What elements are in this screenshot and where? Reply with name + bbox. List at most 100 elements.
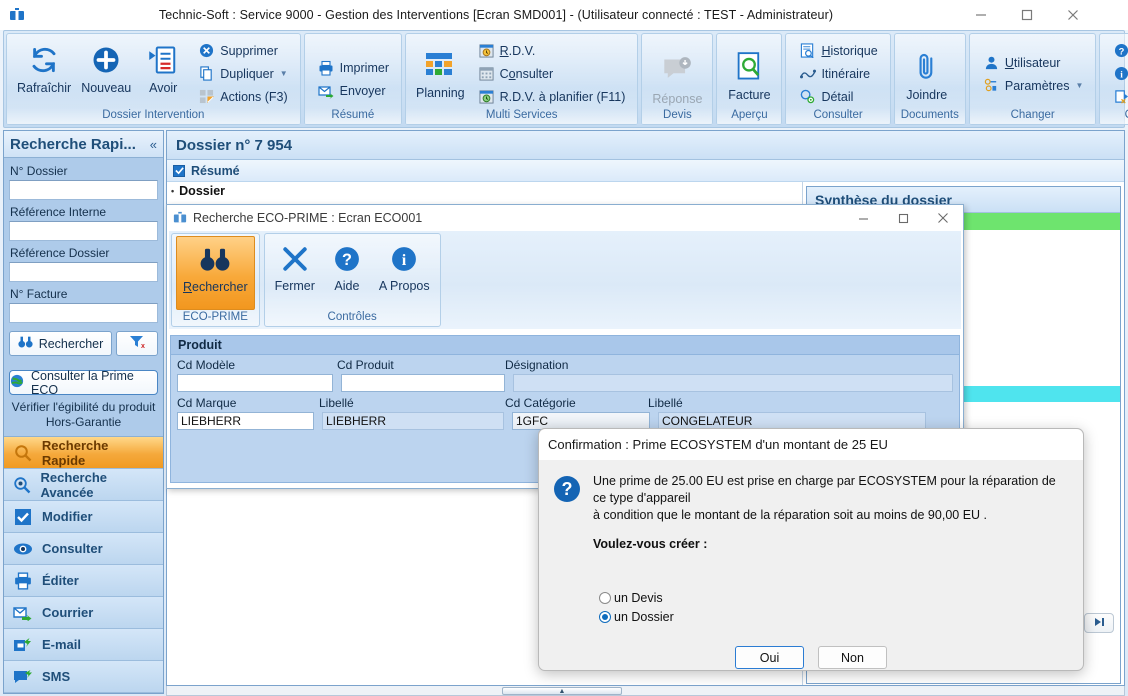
sidebar-item-recherche-avancee[interactable]: Recherche Avancée [4, 469, 163, 501]
search-input-n-facture[interactable] [9, 303, 158, 323]
eco-group-title: ECO-PRIME [182, 311, 248, 323]
svg-text:?: ? [1119, 46, 1125, 56]
ribbon-toolbar: Rafraîchir Nouveau Avoir Supprimer Dupli… [3, 30, 1128, 128]
filter-clear-button[interactable]: x [116, 331, 158, 356]
filter-clear-icon: x [129, 335, 145, 352]
resume-section-header[interactable]: Résumé [167, 160, 1124, 182]
eco-rechercher-label: Rechercher [183, 280, 248, 294]
scrollbar-thumb[interactable]: ▲ [502, 687, 622, 695]
input-cd-modele[interactable] [177, 374, 333, 392]
eco-fermer-button[interactable]: Fermer [269, 236, 321, 310]
quitter-button[interactable]: Quitter [1108, 85, 1128, 108]
dupliquer-button[interactable]: Dupliquer ▼ [193, 62, 291, 85]
copy-icon [197, 64, 216, 83]
page-title: Dossier n° 7 954 [167, 131, 1124, 160]
ribbon-group-title: Contrôles [1100, 108, 1128, 124]
input-cd-produit[interactable] [341, 374, 505, 392]
utilisateur-label: Utilisateur [1004, 55, 1061, 70]
search-input-n-dossier[interactable] [9, 180, 158, 200]
check-box-icon[interactable] [173, 164, 185, 177]
sidebar-item-editer[interactable]: Éditer [4, 565, 163, 597]
aide-button[interactable]: ? Aide [1108, 39, 1128, 62]
actions-label: Actions (F3) [220, 89, 288, 104]
consulter-prime-eco-button[interactable]: Consulter la Prime ECO [9, 369, 158, 397]
input-cd-marque[interactable]: LIEBHERR [177, 412, 314, 430]
rechercher-button[interactable]: Rechercher [9, 331, 112, 356]
supprimer-label: Supprimer [220, 43, 278, 58]
close-icon[interactable] [1050, 0, 1096, 30]
eco-group-eco-prime: Rechercher ECO-PRIME [171, 233, 260, 327]
eco-a-propos-label: A Propos [378, 279, 430, 293]
non-button[interactable]: Non [818, 646, 887, 669]
search-input-reference-dossier[interactable] [9, 262, 158, 282]
imprimer-button[interactable]: Imprimer [313, 57, 393, 80]
sidebar-item-email[interactable]: E-mail [4, 629, 163, 661]
sidebar-item-label: Modifier [42, 509, 93, 524]
calendar-clock-icon [477, 41, 496, 60]
dialog-message-line1: Une prime de 25.00 EU est prise en charg… [593, 474, 1056, 505]
confirmation-dialog: Confirmation : Prime ECOSYSTEM d'un mont… [538, 428, 1084, 671]
maximize-icon[interactable] [883, 205, 923, 231]
ribbon-group-title: Aperçu [717, 108, 782, 124]
consulter-rdv-button[interactable]: Consulter [473, 62, 630, 85]
rdv-button[interactable]: R.D.V. [473, 39, 630, 62]
radio-checked-icon[interactable] [599, 610, 611, 623]
radio-unchecked-icon[interactable] [599, 591, 611, 604]
reponse-label: Réponse [652, 92, 703, 106]
sidebar-item-courrier[interactable]: Courrier [4, 597, 163, 629]
detail-button[interactable]: Détail [794, 85, 881, 108]
ribbon-group-documents: Joindre Documents [893, 33, 966, 125]
nouveau-button[interactable]: Nouveau [76, 37, 136, 108]
a-propos-button[interactable]: i A Propos [1108, 62, 1128, 85]
minimize-icon[interactable] [958, 0, 1004, 30]
radio-un-dossier[interactable]: un Dossier [599, 607, 1083, 626]
joindre-button[interactable]: Joindre [900, 37, 954, 108]
resume-label: Résumé [191, 163, 240, 178]
oui-button[interactable]: Oui [735, 646, 804, 669]
consulter-rdv-label: Consulter [499, 66, 554, 81]
next-button[interactable] [1084, 613, 1114, 633]
historique-button[interactable]: Historique [794, 39, 881, 62]
chevron-down-icon[interactable]: ▼ [280, 69, 288, 78]
eco-aide-button[interactable]: ? Aide [321, 236, 373, 310]
ribbon-group-title: Documents [894, 108, 965, 124]
dossier-section-label: • Dossier [167, 182, 802, 198]
eco-a-propos-button[interactable]: i A Propos [373, 236, 436, 310]
parametres-button[interactable]: Paramètres ▼ [978, 74, 1088, 97]
planning-button[interactable]: Planning [411, 37, 470, 108]
nouveau-label: Nouveau [81, 81, 132, 95]
double-chevron-left-icon[interactable]: « [150, 137, 157, 152]
sidebar-header: Recherche Rapi... « [4, 131, 163, 158]
sidebar-item-consulter[interactable]: Consulter [4, 533, 163, 565]
radio-un-devis[interactable]: un Devis [599, 588, 1083, 607]
supprimer-button[interactable]: Supprimer [193, 39, 291, 62]
planning-grid-icon [424, 45, 456, 85]
dialog-message-line2: à condition que le montant de la réparat… [593, 508, 988, 522]
minimize-icon[interactable] [843, 205, 883, 231]
eco-prime-title: Recherche ECO-PRIME : Ecran ECO001 [193, 211, 423, 225]
field-label-n-dossier: N° Dossier [10, 164, 68, 178]
search-input-reference-interne[interactable] [9, 221, 158, 241]
sms-icon [12, 669, 34, 685]
envoyer-button[interactable]: Envoyer [313, 80, 393, 103]
actions-icon [197, 87, 216, 106]
horizontal-scrollbar[interactable]: ▲ [166, 686, 1125, 696]
actions-button[interactable]: Actions (F3) [193, 85, 291, 108]
rdv-a-planifier-button[interactable]: R.D.V. à planifier (F11) [473, 85, 630, 108]
rafraichir-button[interactable]: Rafraîchir [12, 37, 76, 108]
chevron-down-icon[interactable]: ▼ [1076, 81, 1084, 90]
reponse-button[interactable]: Réponse [647, 37, 707, 108]
facture-button[interactable]: Facture [722, 37, 776, 108]
itineraire-button[interactable]: Itinéraire [794, 62, 881, 85]
field-label-n-facture: N° Facture [10, 287, 68, 301]
eco-rechercher-button[interactable]: Rechercher [176, 236, 255, 310]
sidebar-item-recherche-rapide[interactable]: Recherche Rapide [4, 437, 163, 469]
avoir-button[interactable]: Avoir [136, 37, 190, 108]
sidebar-item-modifier[interactable]: Modifier [4, 501, 163, 533]
label-cd-categorie: Cd Catégorie [505, 396, 576, 410]
maximize-icon[interactable] [1004, 0, 1050, 30]
utilisateur-button[interactable]: Utilisateur [978, 51, 1088, 74]
rdv-label: R.D.V. [499, 43, 536, 58]
sidebar-item-sms[interactable]: SMS [4, 661, 163, 693]
close-icon[interactable] [923, 205, 963, 231]
